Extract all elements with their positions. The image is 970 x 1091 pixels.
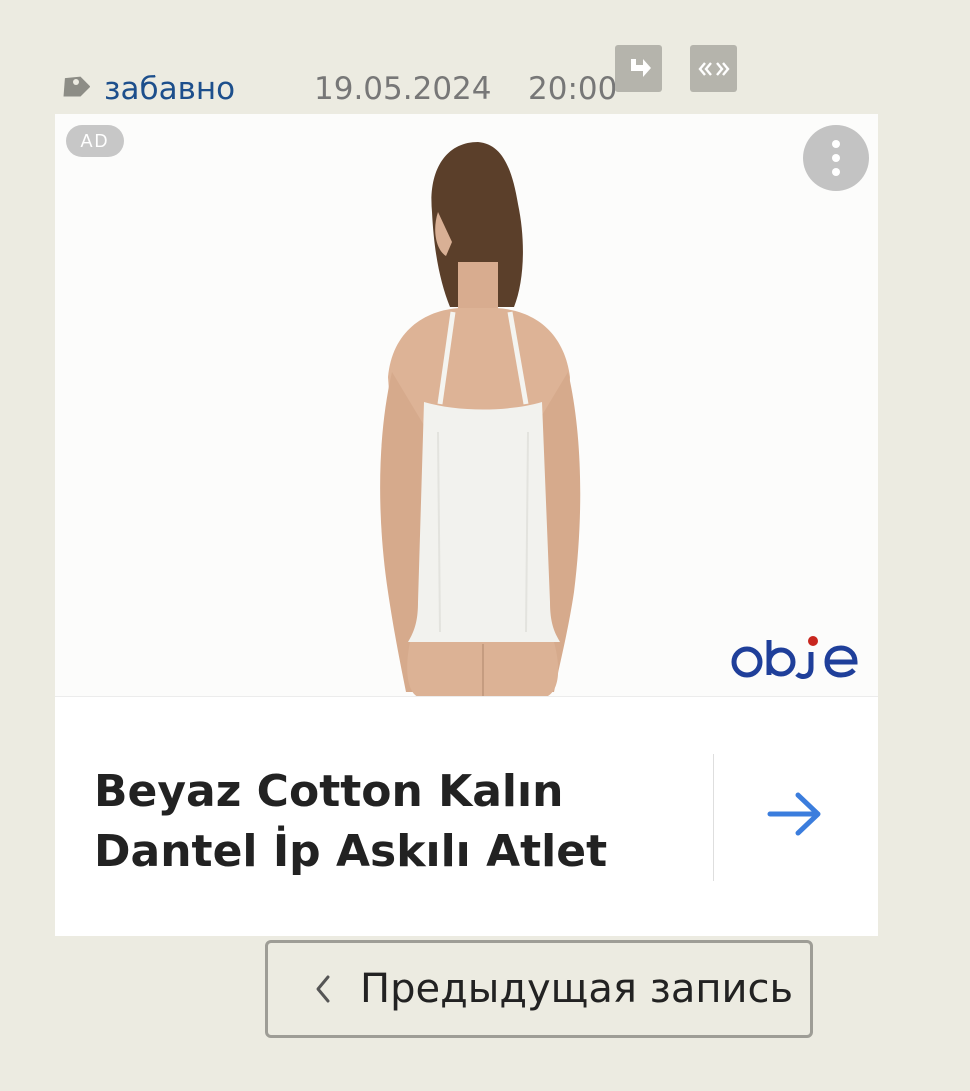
previous-post-label: Предыдущая запись <box>360 966 794 1012</box>
ad-card[interactable]: AD Beyaz Cotton Kalın Dantel İp Askılı A… <box>55 114 878 936</box>
more-vertical-icon <box>832 140 840 176</box>
ad-badge: AD <box>66 125 124 157</box>
repost-icon <box>630 58 651 77</box>
ad-title[interactable]: Beyaz Cotton Kalın Dantel İp Askılı Atle… <box>94 762 694 882</box>
quote-icon <box>697 61 730 76</box>
repost-button[interactable] <box>615 45 662 92</box>
ad-product-image[interactable]: AD <box>55 114 878 697</box>
post-date: 19.05.2024 <box>314 71 492 107</box>
quote-button[interactable] <box>690 45 737 92</box>
ad-open-button[interactable] <box>760 784 830 844</box>
previous-post-button[interactable]: Предыдущая запись <box>265 940 813 1038</box>
product-photo <box>380 142 581 697</box>
ad-vertical-divider <box>713 754 714 881</box>
tag-icon <box>63 76 90 97</box>
post-time: 20:00 <box>528 71 618 107</box>
arrow-right-icon <box>767 792 821 836</box>
ad-menu-button[interactable] <box>803 125 869 191</box>
tag-link[interactable]: забавно <box>104 70 235 108</box>
brand-logo <box>731 636 858 679</box>
post-meta-row: забавно 19.05.2024 20:00 <box>0 0 970 110</box>
chevron-left-icon <box>316 975 330 1003</box>
ad-divider <box>55 696 878 697</box>
